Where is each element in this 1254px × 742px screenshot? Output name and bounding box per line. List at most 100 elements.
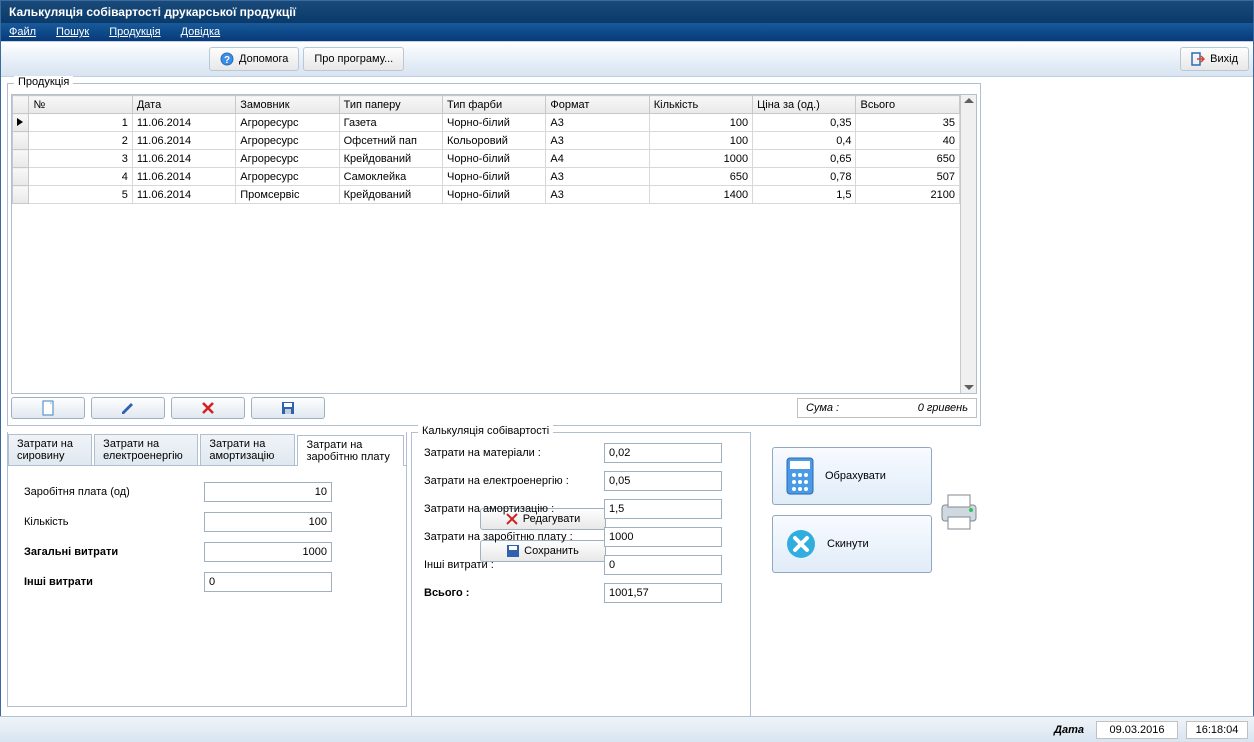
grid-cell[interactable]: 5: [29, 186, 132, 204]
new-doc-icon: [41, 400, 55, 416]
grid-cell[interactable]: Газета: [339, 114, 442, 132]
grid-cell[interactable]: 11.06.2014: [132, 186, 235, 204]
menu-product[interactable]: Продукція: [109, 26, 160, 38]
grid-cell[interactable]: 0,35: [753, 114, 856, 132]
new-button[interactable]: [11, 397, 85, 419]
grid-header[interactable]: Тип фарби: [442, 96, 545, 114]
grid-cell[interactable]: 2100: [856, 186, 960, 204]
edit-button[interactable]: [91, 397, 165, 419]
grid-scrollbar[interactable]: [960, 95, 976, 393]
product-group: Продукція №ДатаЗамовникТип паперуТип фар…: [7, 83, 981, 426]
grid-cell[interactable]: А3: [546, 168, 649, 186]
grid-header[interactable]: Дата: [132, 96, 235, 114]
grid-cell[interactable]: Самоклейка: [339, 168, 442, 186]
help-button[interactable]: ? Допомога: [209, 47, 299, 71]
table-row[interactable]: 511.06.2014ПромсервісКрейдованийЧорно-бі…: [13, 186, 960, 204]
calc-group: Калькуляція собівартості Затрати на мате…: [411, 432, 751, 719]
table-row[interactable]: 411.06.2014АгроресурсСамоклейкаЧорно-біл…: [13, 168, 960, 186]
calc-amort-input[interactable]: [604, 499, 722, 519]
grid-header[interactable]: Ціна за (од.): [753, 96, 856, 114]
grid-cell[interactable]: 0,4: [753, 132, 856, 150]
table-row[interactable]: 311.06.2014АгроресурсКрейдованийЧорно-бі…: [13, 150, 960, 168]
grid-cell[interactable]: Офсетний пап: [339, 132, 442, 150]
reset-button[interactable]: Скинути: [772, 515, 932, 573]
calc-legend: Калькуляція собівартості: [418, 425, 553, 437]
x-icon: [201, 401, 215, 415]
grid-cell[interactable]: 650: [649, 168, 752, 186]
calc-salary-input[interactable]: [604, 527, 722, 547]
grid-cell[interactable]: Агроресурс: [236, 150, 339, 168]
grid-cell[interactable]: 507: [856, 168, 960, 186]
grid-cell[interactable]: 100: [649, 132, 752, 150]
grid-header[interactable]: Формат: [546, 96, 649, 114]
calc-other-input[interactable]: [604, 555, 722, 575]
grid-header[interactable]: №: [29, 96, 132, 114]
grid-cell[interactable]: 1400: [649, 186, 752, 204]
grid-cell[interactable]: 650: [856, 150, 960, 168]
calculate-button[interactable]: Обрахувати: [772, 447, 932, 505]
product-grid[interactable]: №ДатаЗамовникТип паперуТип фарбиФорматКі…: [12, 95, 960, 393]
grid-cell[interactable]: А3: [546, 132, 649, 150]
grid-cell[interactable]: Крейдований: [339, 186, 442, 204]
calc-amort-label: Затрати на амортизацію :: [424, 503, 604, 515]
other-input[interactable]: [204, 572, 332, 592]
grid-cell[interactable]: Чорно-білий: [442, 114, 545, 132]
grid-header[interactable]: Замовник: [236, 96, 339, 114]
grid-cell[interactable]: Агроресурс: [236, 114, 339, 132]
tab-salary[interactable]: Затрати на заробітню плату: [297, 435, 404, 466]
delete-button[interactable]: [171, 397, 245, 419]
calc-elec-input[interactable]: [604, 471, 722, 491]
grid-cell[interactable]: Крейдований: [339, 150, 442, 168]
grid-cell[interactable]: 35: [856, 114, 960, 132]
total-input[interactable]: [204, 542, 332, 562]
tab-elec[interactable]: Затрати на електроенергію: [94, 434, 198, 465]
menu-file[interactable]: Файл: [9, 26, 36, 38]
menu-help[interactable]: Довідка: [181, 26, 221, 38]
grid-header[interactable]: Тип паперу: [339, 96, 442, 114]
grid-cell[interactable]: А3: [546, 114, 649, 132]
wage-input[interactable]: [204, 482, 332, 502]
grid-cell[interactable]: 0,65: [753, 150, 856, 168]
calc-salary-label: Затрати на заробітню плату :: [424, 531, 604, 543]
grid-cell[interactable]: Агроресурс: [236, 168, 339, 186]
grid-cell[interactable]: Промсервіс: [236, 186, 339, 204]
grid-cell[interactable]: Агроресурс: [236, 132, 339, 150]
grid-cell[interactable]: Чорно-білий: [442, 168, 545, 186]
tab-amort[interactable]: Затрати на амортизацію: [200, 434, 295, 465]
printer-icon: [938, 493, 980, 531]
calculator-icon: [785, 457, 815, 495]
grid-cell[interactable]: Кольоровий: [442, 132, 545, 150]
grid-header[interactable]: Кількість: [649, 96, 752, 114]
tab-raw[interactable]: Затрати на сировину: [8, 434, 92, 465]
exit-icon: [1191, 52, 1205, 66]
grid-cell[interactable]: 11.06.2014: [132, 132, 235, 150]
save-button[interactable]: [251, 397, 325, 419]
calc-total-input[interactable]: [604, 583, 722, 603]
grid-cell[interactable]: 1: [29, 114, 132, 132]
grid-cell[interactable]: А4: [546, 150, 649, 168]
grid-cell[interactable]: 11.06.2014: [132, 150, 235, 168]
help-icon: ?: [220, 52, 234, 66]
grid-cell[interactable]: 3: [29, 150, 132, 168]
table-row[interactable]: 211.06.2014АгроресурсОфсетний папКольоро…: [13, 132, 960, 150]
print-button[interactable]: [938, 493, 980, 531]
grid-cell[interactable]: 0,78: [753, 168, 856, 186]
grid-cell[interactable]: 1000: [649, 150, 752, 168]
grid-cell[interactable]: 4: [29, 168, 132, 186]
qty-input[interactable]: [204, 512, 332, 532]
grid-cell[interactable]: Чорно-білий: [442, 150, 545, 168]
table-row[interactable]: 111.06.2014АгроресурсГазетаЧорно-білийА3…: [13, 114, 960, 132]
grid-cell[interactable]: 2: [29, 132, 132, 150]
menu-search[interactable]: Пошук: [56, 26, 89, 38]
grid-cell[interactable]: А3: [546, 186, 649, 204]
about-button[interactable]: Про програму...: [303, 47, 404, 71]
grid-cell[interactable]: 11.06.2014: [132, 114, 235, 132]
grid-cell[interactable]: Чорно-білий: [442, 186, 545, 204]
calc-materials-input[interactable]: [604, 443, 722, 463]
grid-cell[interactable]: 11.06.2014: [132, 168, 235, 186]
exit-button[interactable]: Вихід: [1180, 47, 1249, 71]
grid-cell[interactable]: 40: [856, 132, 960, 150]
grid-cell[interactable]: 1,5: [753, 186, 856, 204]
grid-header[interactable]: Всього: [856, 96, 960, 114]
grid-cell[interactable]: 100: [649, 114, 752, 132]
